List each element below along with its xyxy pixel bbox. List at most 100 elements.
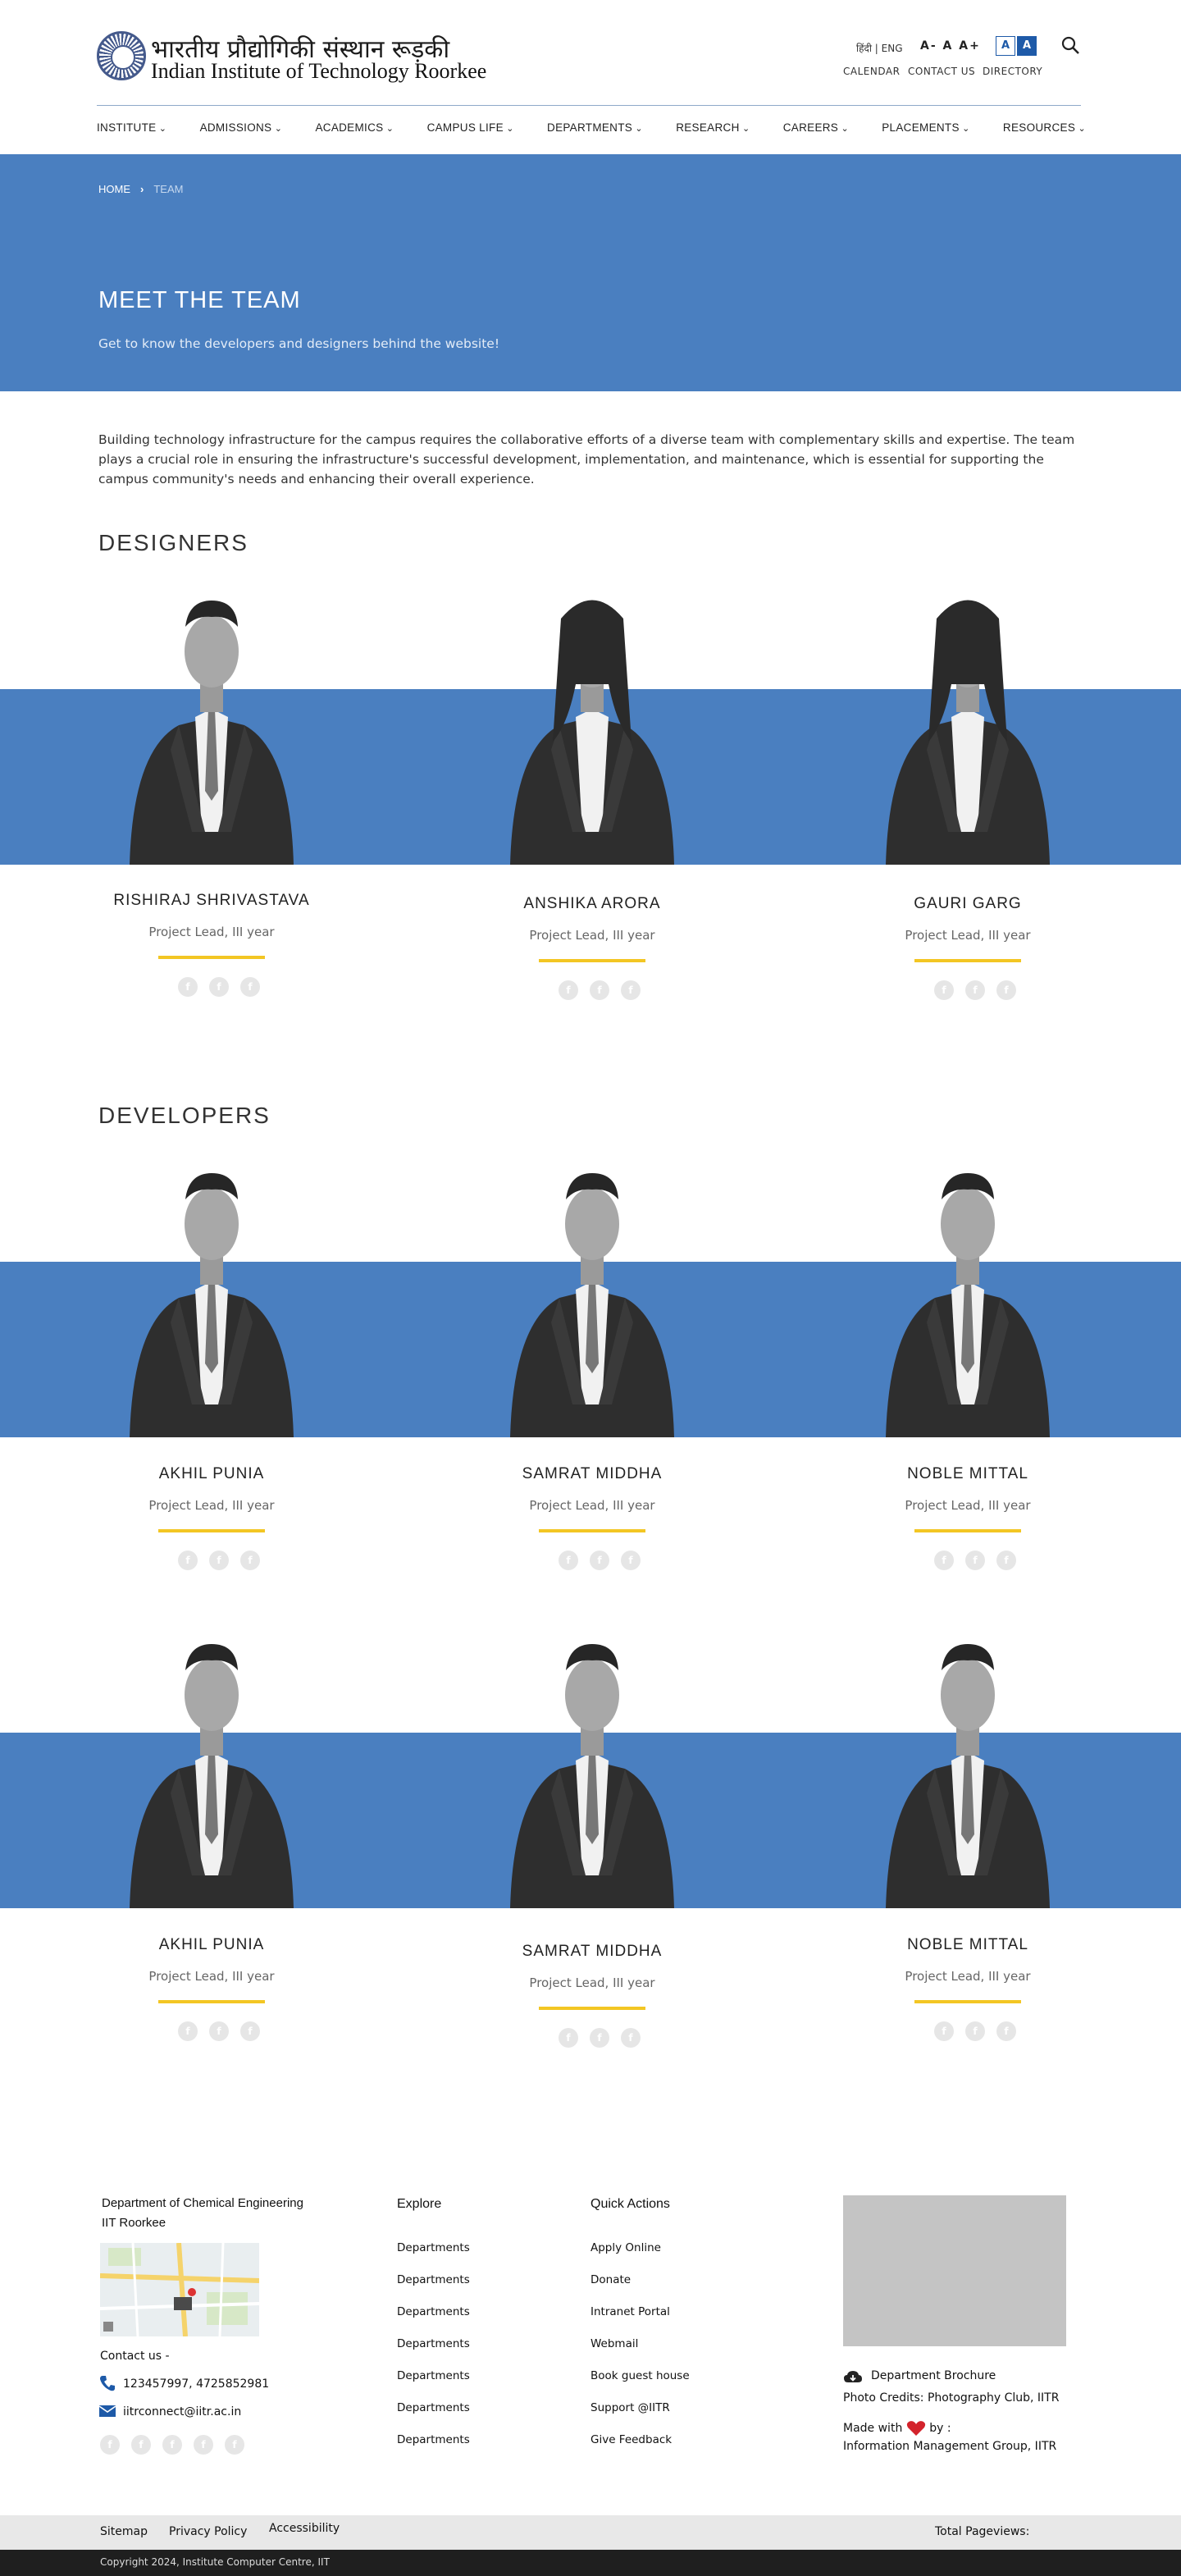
- member-photo: [494, 1158, 691, 1437]
- social-icon[interactable]: f: [590, 980, 609, 1000]
- footer-quick-heading: Quick Actions: [590, 2197, 670, 2211]
- social-icon[interactable]: f: [934, 2021, 954, 2041]
- social-icon[interactable]: f: [209, 2021, 229, 2041]
- social-icon[interactable]: f: [240, 2021, 260, 2041]
- nav-placements[interactable]: PLACEMENTS: [882, 121, 969, 134]
- nav-academics[interactable]: ACADEMICS: [315, 121, 394, 134]
- member-role: Project Lead, III year: [905, 1498, 1031, 1513]
- social-icon[interactable]: f: [178, 2021, 198, 2041]
- accent-divider: [158, 1529, 265, 1532]
- header-divider: [97, 105, 1081, 106]
- font-size-controls[interactable]: A- A A+: [920, 39, 981, 53]
- member-name: RISHIRAJ SHRIVASTAVA: [113, 892, 310, 909]
- social-icon[interactable]: f: [178, 977, 198, 997]
- social-icon-3[interactable]: f: [162, 2435, 182, 2455]
- member-name: NOBLE MITTAL: [907, 1936, 1028, 1953]
- iitr-logo-emblem[interactable]: [97, 31, 146, 80]
- social-icon[interactable]: f: [996, 980, 1016, 1000]
- footer-quick-link[interactable]: Intranet Portal: [590, 2305, 670, 2318]
- social-icon[interactable]: f: [559, 980, 578, 1000]
- contrast-light-button[interactable]: A: [996, 36, 1015, 56]
- social-icon-2[interactable]: f: [131, 2435, 151, 2455]
- social-icon[interactable]: f: [590, 1551, 609, 1570]
- made-with-line: Made with by :: [843, 2420, 951, 2437]
- footer-quick-link[interactable]: Support @IITR: [590, 2401, 670, 2414]
- footer-phone[interactable]: 123457997, 4725852981: [123, 2377, 269, 2391]
- member-role: Project Lead, III year: [529, 1975, 655, 1990]
- member-name: NOBLE MITTAL: [907, 1465, 1028, 1482]
- mail-icon: [98, 2405, 116, 2417]
- cloud-download-icon: [844, 2371, 862, 2382]
- social-icon[interactable]: f: [178, 1551, 198, 1570]
- social-icon[interactable]: f: [621, 2028, 641, 2048]
- footer-email[interactable]: iitrconnect@iitr.ac.in: [123, 2405, 241, 2418]
- nav-resources[interactable]: RESOURCES: [1003, 121, 1086, 134]
- location-map[interactable]: [100, 2243, 259, 2336]
- language-toggle[interactable]: हिंदी | ENG: [856, 41, 903, 55]
- social-icon[interactable]: f: [559, 1551, 578, 1570]
- breadcrumb-home[interactable]: HOME: [98, 183, 130, 195]
- member-photo: [494, 1629, 691, 1908]
- top-link-directory[interactable]: DIRECTORY: [983, 66, 1042, 77]
- social-icon[interactable]: f: [621, 980, 641, 1000]
- social-icon[interactable]: f: [621, 1551, 641, 1570]
- total-pageviews: Total Pageviews:: [935, 2525, 1030, 2538]
- footer-quick-link[interactable]: Donate: [590, 2273, 631, 2286]
- member-role: Project Lead, III year: [529, 928, 655, 943]
- social-icon-4[interactable]: f: [194, 2435, 213, 2455]
- social-icon[interactable]: f: [209, 1551, 229, 1570]
- logo-english-text[interactable]: Indian Institute of Technology Roorkee: [151, 59, 486, 84]
- social-icon[interactable]: f: [965, 2021, 985, 2041]
- footer-explore-link[interactable]: Departments: [397, 2401, 470, 2414]
- nav-campus-life[interactable]: CAMPUS LIFE: [427, 121, 514, 134]
- footer-explore-link[interactable]: Departments: [397, 2337, 470, 2350]
- social-icon[interactable]: f: [934, 1551, 954, 1570]
- social-icon[interactable]: f: [965, 1551, 985, 1570]
- top-link-calendar[interactable]: CALENDAR: [843, 66, 900, 77]
- footer-quick-link[interactable]: Webmail: [590, 2337, 638, 2350]
- social-icon[interactable]: f: [590, 2028, 609, 2048]
- social-icon-1[interactable]: f: [100, 2435, 120, 2455]
- social-icon[interactable]: f: [934, 980, 954, 1000]
- page-title: MEET THE TEAM: [98, 287, 301, 313]
- page-subtitle: Get to know the developers and designers…: [98, 336, 500, 351]
- footer-dept-name: Department of Chemical Engineering: [102, 2196, 303, 2210]
- footer-quick-link[interactable]: Apply Online: [590, 2241, 661, 2254]
- footer-explore-link[interactable]: Departments: [397, 2369, 470, 2382]
- footer-explore-link[interactable]: Departments: [397, 2273, 470, 2286]
- footer-quick-link[interactable]: Give Feedback: [590, 2433, 672, 2446]
- member-role: Project Lead, III year: [148, 1969, 275, 1984]
- nav-research[interactable]: RESEARCH: [676, 121, 750, 134]
- social-icon[interactable]: f: [240, 1551, 260, 1570]
- footer-department: Department of Chemical Engineering IIT R…: [102, 2194, 303, 2233]
- social-icon[interactable]: f: [209, 977, 229, 997]
- nav-departments[interactable]: DEPARTMENTS: [547, 121, 643, 134]
- social-icon[interactable]: f: [996, 2021, 1016, 2041]
- made-by-text: by :: [929, 2422, 951, 2435]
- footer-explore-link[interactable]: Departments: [397, 2241, 470, 2254]
- social-icon[interactable]: f: [996, 1551, 1016, 1570]
- footer-quick-link[interactable]: Book guest house: [590, 2369, 690, 2382]
- top-link-contact-us[interactable]: CONTACT US: [908, 66, 975, 77]
- footer-dept-institute: IIT Roorkee: [102, 2216, 166, 2230]
- member-photo: [869, 586, 1066, 865]
- footer-link-sitemap[interactable]: Sitemap: [100, 2525, 148, 2538]
- nav-admissions[interactable]: ADMISSIONS: [200, 121, 283, 134]
- nav-careers[interactable]: CAREERS: [783, 121, 849, 134]
- social-icon[interactable]: f: [240, 977, 260, 997]
- contrast-dark-button[interactable]: A: [1017, 36, 1037, 56]
- footer-explore-link[interactable]: Departments: [397, 2305, 470, 2318]
- department-brochure-link[interactable]: Department Brochure: [871, 2369, 996, 2382]
- member-social-links: fff: [934, 1551, 1016, 1570]
- nav-institute[interactable]: INSTITUTE: [97, 121, 166, 134]
- member-social-links: fff: [934, 2021, 1016, 2041]
- social-icon-5[interactable]: f: [225, 2435, 244, 2455]
- social-icon[interactable]: f: [965, 980, 985, 1000]
- member-social-links: fff: [934, 980, 1016, 1000]
- social-icon[interactable]: f: [559, 2028, 578, 2048]
- map-image: [100, 2243, 259, 2336]
- search-icon[interactable]: [1061, 36, 1079, 54]
- footer-link-privacy[interactable]: Privacy Policy: [169, 2525, 247, 2538]
- footer-explore-link[interactable]: Departments: [397, 2433, 470, 2446]
- footer-link-accessibility[interactable]: Accessibility: [269, 2522, 340, 2535]
